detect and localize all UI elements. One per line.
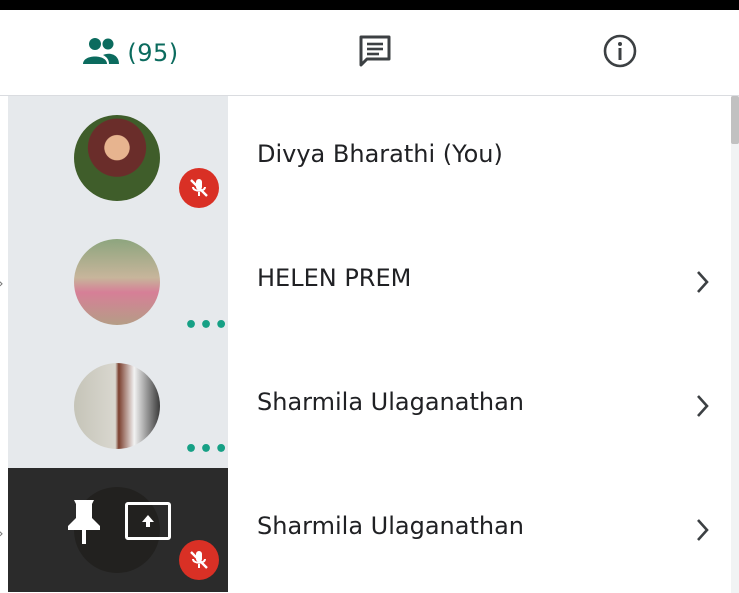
edge-chevron-icon: › — [0, 276, 4, 292]
present-to-all-icon[interactable] — [125, 502, 171, 540]
participant-row[interactable]: Divya Bharathi (You) — [8, 96, 730, 220]
info-icon — [602, 33, 638, 73]
participant-count: (95) — [127, 38, 179, 67]
tab-people[interactable]: (95) — [60, 10, 200, 95]
avatar — [74, 239, 160, 325]
avatar — [74, 363, 160, 449]
scrollbar-thumb[interactable] — [731, 96, 739, 144]
participant-row[interactable]: ••• HELEN PREM — [8, 220, 730, 344]
tab-info[interactable] — [585, 10, 655, 95]
people-icon — [81, 36, 121, 70]
participant-list: Divya Bharathi (You) ••• HELEN PREM ••• … — [8, 96, 730, 593]
participant-tile: ••• — [8, 344, 228, 468]
top-status-bar — [0, 0, 739, 10]
participant-tile — [8, 96, 228, 220]
collapsed-side-edge: › › — [0, 96, 8, 593]
chat-icon — [357, 33, 393, 73]
mic-off-icon — [179, 540, 219, 580]
list-scrollbar[interactable] — [731, 96, 739, 593]
tab-chat[interactable] — [340, 10, 410, 95]
participant-tile — [8, 468, 228, 592]
edge-chevron-icon: › — [0, 526, 4, 542]
avatar — [74, 115, 160, 201]
chevron-right-icon[interactable] — [694, 392, 712, 424]
participant-name: Sharmila Ulaganathan — [257, 512, 524, 540]
chevron-right-icon[interactable] — [694, 268, 712, 300]
participant-name: Divya Bharathi (You) — [257, 140, 503, 168]
participant-row[interactable]: ••• Sharmila Ulaganathan — [8, 344, 730, 468]
more-options-icon[interactable]: ••• — [184, 315, 229, 337]
participant-tile: ••• — [8, 220, 228, 344]
participant-row[interactable]: Sharmila Ulaganathan — [8, 468, 730, 592]
pin-icon[interactable] — [66, 498, 102, 552]
participant-panel-tabs: (95) — [0, 10, 739, 104]
participant-name: HELEN PREM — [257, 264, 412, 292]
more-options-icon[interactable]: ••• — [184, 439, 229, 461]
mic-off-icon — [179, 168, 219, 208]
participant-name: Sharmila Ulaganathan — [257, 388, 524, 416]
chevron-right-icon[interactable] — [694, 516, 712, 548]
